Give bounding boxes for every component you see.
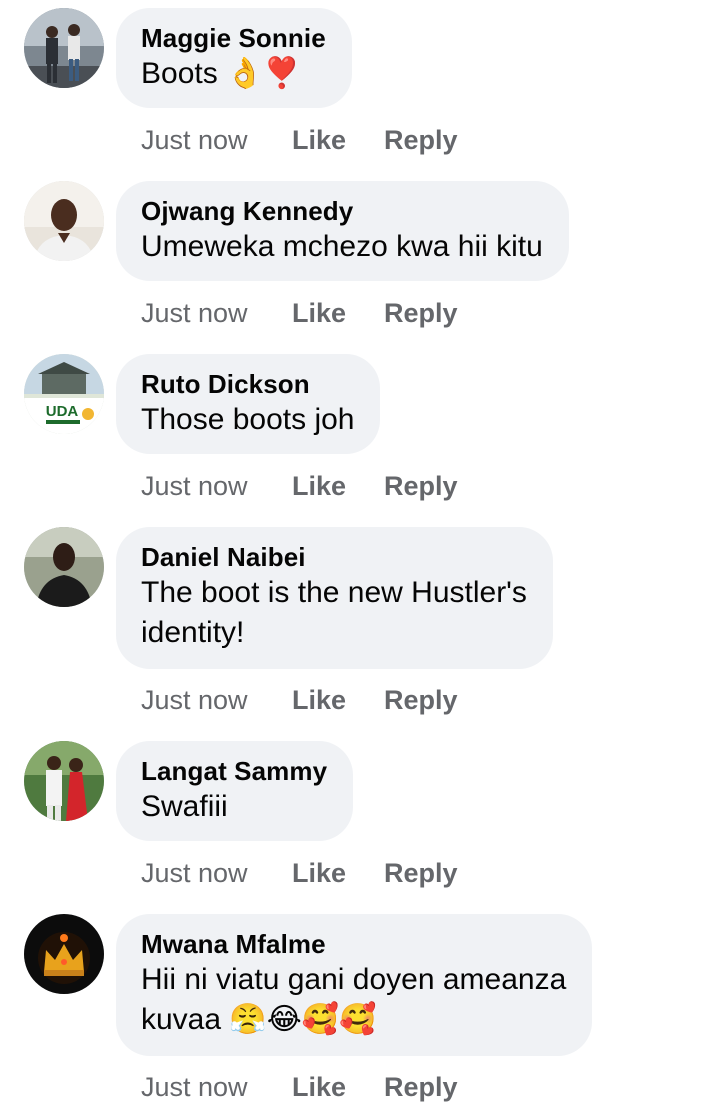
reply-button[interactable]: Reply [384,296,458,330]
comment-text: Swafiii [141,790,228,823]
comment-text: Umeweka mchezo kwa hii kitu [141,230,543,263]
reply-button[interactable]: Reply [384,1070,458,1104]
comment-item: Daniel Naibei The boot is the new Hustle… [0,527,720,717]
photo-person-avatar-icon[interactable] [24,181,104,261]
like-button[interactable]: Like [292,123,346,157]
like-button[interactable]: Like [292,1070,346,1104]
comment-author[interactable]: Ojwang Kennedy [141,195,543,227]
comment-item: Ojwang Kennedy Umeweka mchezo kwa hii ki… [0,181,720,331]
comment-timestamp[interactable]: Just now [141,856,248,890]
comment-bubble[interactable]: Daniel Naibei The boot is the new Hustle… [116,527,553,669]
uda-logo-avatar-icon[interactable]: UDA [24,354,104,434]
comment-text: Those boots joh [141,403,355,436]
uda-logo-text: UDA [46,403,79,420]
photo-couple-avatar-icon[interactable] [24,741,104,821]
like-button[interactable]: Like [292,469,346,503]
reply-button[interactable]: Reply [384,123,458,157]
reply-button[interactable]: Reply [384,469,458,503]
reply-button[interactable]: Reply [384,856,458,890]
comment-bubble[interactable]: Ruto Dickson Those boots joh [116,354,381,454]
comment-item: Mwana Mfalme Hii ni viatu gani doyen ame… [0,914,720,1112]
comment-author[interactable]: Langat Sammy [141,755,327,787]
like-button[interactable]: Like [292,683,346,717]
comment-item: Maggie Sonnie Boots 👌❣️ Just now Like Re… [0,8,720,158]
comment-author[interactable]: Ruto Dickson [141,368,354,400]
comment-bubble[interactable]: Mwana Mfalme Hii ni viatu gani doyen ame… [116,914,593,1056]
photo-person-avatar-icon[interactable] [24,527,104,607]
comment-timestamp[interactable]: Just now [141,469,248,503]
comment-author[interactable]: Maggie Sonnie [141,22,326,54]
comment-text: The boot is the new Hustler's identity! [141,576,527,649]
comment-timestamp[interactable]: Just now [141,123,248,157]
crown-avatar-icon[interactable] [24,914,104,994]
comment-timestamp[interactable]: Just now [141,1070,248,1104]
comment-text: Boots 👌❣️ [141,57,301,90]
like-button[interactable]: Like [292,296,346,330]
comment-author[interactable]: Daniel Naibei [141,541,527,573]
comment-text: Hii ni viatu gani doyen ameanza kuvaa 😤😂… [141,963,567,1036]
comment-item: UDA Ruto Dickson Those boots joh Just no… [0,354,720,504]
comment-timestamp[interactable]: Just now [141,296,248,330]
comment-timestamp[interactable]: Just now [141,683,248,717]
like-button[interactable]: Like [292,856,346,890]
comment-bubble[interactable]: Ojwang Kennedy Umeweka mchezo kwa hii ki… [116,181,569,281]
photo-two-people-avatar-icon[interactable] [24,8,104,88]
comment-bubble[interactable]: Maggie Sonnie Boots 👌❣️ [116,8,352,108]
comment-author[interactable]: Mwana Mfalme [141,928,566,960]
comment-item: Langat Sammy Swafiii Just now Like Reply [0,741,720,891]
reply-button[interactable]: Reply [384,683,458,717]
comment-bubble[interactable]: Langat Sammy Swafiii [116,741,354,841]
